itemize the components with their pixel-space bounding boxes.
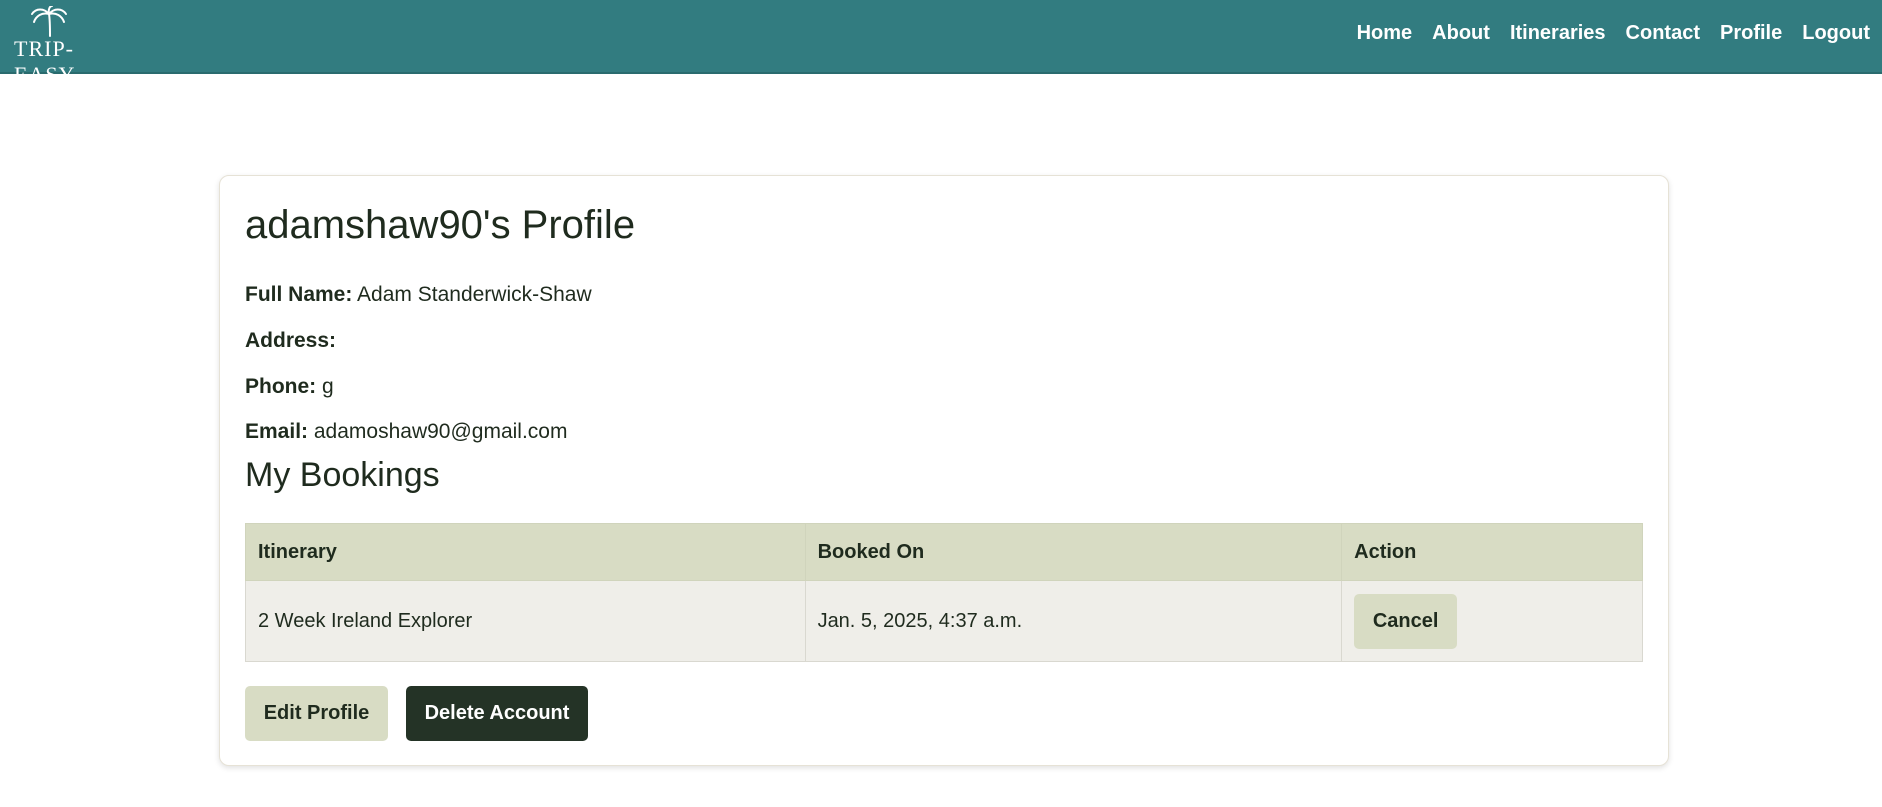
delete-account-button[interactable]: Delete Account: [406, 686, 588, 741]
nav-contact[interactable]: Contact: [1626, 22, 1700, 45]
bookings-table: Itinerary Booked On Action 2 Week Irelan…: [245, 523, 1643, 662]
main-nav: Home About Itineraries Contact Profile L…: [1337, 0, 1870, 66]
booking-date: Jan. 5, 2025, 4:37 a.m.: [804, 580, 1343, 662]
email-row: Email: adamoshaw90@gmail.com: [245, 420, 567, 444]
nav-profile[interactable]: Profile: [1720, 22, 1782, 45]
logo-text: TRIP-EASY: [14, 36, 76, 87]
edit-profile-button[interactable]: Edit Profile: [245, 686, 388, 741]
full-name-value: Adam Standerwick-Shaw: [357, 283, 592, 306]
phone-row: Phone: g: [245, 375, 334, 399]
nav-about[interactable]: About: [1432, 22, 1490, 45]
phone-label: Phone:: [245, 375, 317, 398]
navbar: TRIP-EASY Home About Itineraries Contact…: [0, 0, 1882, 87]
table-row: 2 Week Ireland Explorer Jan. 5, 2025, 4:…: [245, 580, 1643, 662]
email-value: adamoshaw90@gmail.com: [313, 420, 568, 443]
booking-itinerary: 2 Week Ireland Explorer: [245, 580, 806, 662]
site-logo[interactable]: TRIP-EASY: [14, 6, 134, 87]
full-name-row: Full Name: Adam Standerwick-Shaw: [245, 283, 592, 307]
column-header-itinerary: Itinerary: [245, 523, 806, 581]
profile-card: adamshaw90's Profile Full Name: Adam Sta…: [219, 175, 1669, 766]
column-header-booked-on: Booked On: [804, 523, 1343, 581]
booking-action-cell: Cancel: [1341, 580, 1643, 662]
nav-itineraries[interactable]: Itineraries: [1510, 22, 1606, 45]
table-header-row: Itinerary Booked On Action: [245, 523, 1643, 581]
nav-logout[interactable]: Logout: [1802, 22, 1870, 45]
address-row: Address:: [245, 329, 336, 353]
full-name-label: Full Name:: [245, 283, 353, 306]
email-label: Email:: [245, 420, 309, 443]
bookings-heading: My Bookings: [245, 456, 440, 494]
address-label: Address:: [245, 329, 337, 352]
cancel-booking-button[interactable]: Cancel: [1354, 593, 1458, 649]
nav-home[interactable]: Home: [1357, 22, 1413, 45]
column-header-action: Action: [1341, 523, 1643, 581]
phone-value: g: [322, 375, 334, 398]
palm-tree-icon: [31, 6, 67, 37]
page-title: adamshaw90's Profile: [245, 203, 636, 247]
